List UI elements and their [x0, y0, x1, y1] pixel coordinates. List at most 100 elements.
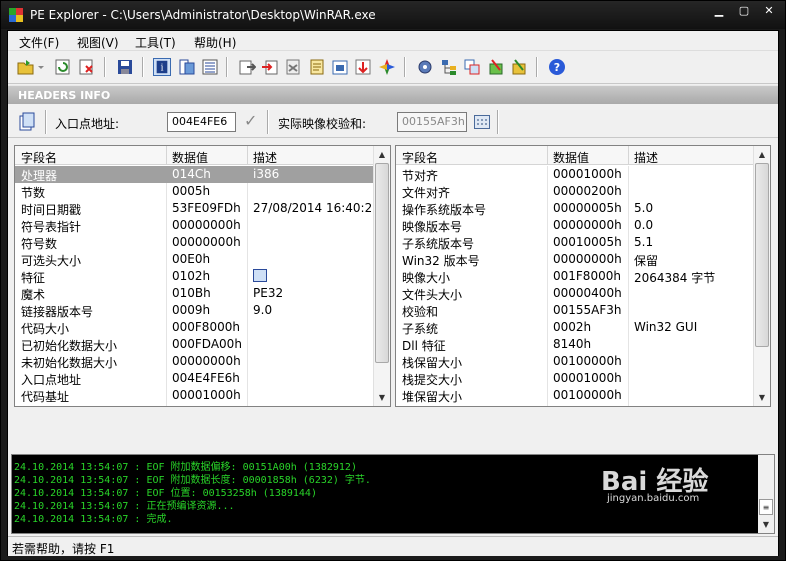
toolbar-separator [142, 57, 144, 77]
cell-field: 处理器 [21, 169, 58, 183]
column-header-field[interactable]: 字段名 [21, 149, 57, 166]
table-row[interactable]: 可选头大小 00E0h [15, 251, 373, 268]
relocations-icon[interactable] [354, 58, 372, 76]
apply-check-icon[interactable]: ✓ [244, 111, 257, 130]
copy-icon[interactable] [17, 112, 37, 132]
column-header-desc[interactable]: 描述 [634, 149, 658, 166]
imports-icon[interactable] [261, 58, 279, 76]
table-row[interactable]: Dll 特征 8140h [396, 336, 753, 353]
table-row[interactable]: 入口点地址 004E4FE6h [15, 370, 373, 387]
title-bar[interactable]: PE Explorer - C:\Users\Administrator\Des… [1, 1, 785, 29]
dependency-icon[interactable] [331, 58, 349, 76]
toolbar-separator [226, 57, 228, 77]
vertical-scrollbar[interactable]: ▲ ▼ [373, 146, 390, 406]
table-row[interactable]: 链接器版本号 0009h 9.0 [15, 302, 373, 319]
exports-icon[interactable] [238, 58, 256, 76]
table-row[interactable]: 校验和 00155AF3h [396, 302, 753, 319]
table-row[interactable]: 代码大小 000F8000h [15, 319, 373, 336]
plugin2-icon[interactable] [510, 58, 528, 76]
close-button[interactable]: ✕ [759, 4, 779, 18]
log-line: 24.10.2014 13:54:07 : 完成. [14, 514, 173, 525]
maximize-button[interactable]: ▢ [734, 4, 754, 18]
table-row[interactable]: 节对齐 00001000h [396, 166, 753, 183]
table-row[interactable]: 栈保留大小 00100000h [396, 353, 753, 370]
entry-point-field[interactable]: 004E4FE6 [167, 112, 236, 132]
log-scroll-thumb[interactable]: ≡ [759, 499, 773, 515]
table-row[interactable]: 节数 0005h [15, 183, 373, 200]
refresh-icon[interactable] [54, 58, 72, 76]
table-row[interactable]: 代码基址 00001000h [15, 387, 373, 404]
compare-icon[interactable] [463, 58, 481, 76]
scroll-up-icon[interactable]: ▲ [754, 146, 770, 163]
plugin-icon[interactable] [487, 58, 505, 76]
open-icon[interactable] [17, 58, 35, 76]
table-row[interactable]: 文件对齐 00000200h [396, 183, 753, 200]
table-row[interactable]: 栈提交大小 00001000h [396, 370, 753, 387]
edit-flags-icon[interactable] [253, 269, 267, 282]
app-icon [9, 8, 23, 22]
scroll-down-icon[interactable]: ▼ [374, 389, 390, 406]
cell-value: 014Ch [172, 167, 211, 181]
optional-header-table[interactable]: 字段名 数据值 描述 节对齐 00001000h 文件对齐 00000200h 操作系统… [395, 145, 771, 407]
toolbar-separator [45, 110, 47, 134]
table-header: 字段名 数据值 描述 [396, 146, 753, 165]
minimize-button[interactable]: ▁ [709, 4, 729, 18]
table-row[interactable]: 已初始化数据大小 000FDA00h [15, 336, 373, 353]
table-row[interactable]: 特征 0102h [15, 268, 373, 285]
scroll-up-icon[interactable]: ▲ [374, 146, 390, 163]
dropdown-icon[interactable] [36, 58, 46, 76]
cell-desc: Win32 GUI [634, 320, 698, 334]
toolbar: i ? [8, 51, 778, 84]
table-row[interactable]: 处理器 014Ch i386 [15, 166, 373, 183]
close-file-icon[interactable] [78, 58, 96, 76]
column-header-field[interactable]: 字段名 [402, 149, 438, 166]
menu-view[interactable]: 视图(V) [77, 34, 119, 51]
table-row[interactable]: 操作系统版本号 00000005h 5.0 [396, 200, 753, 217]
save-icon[interactable] [116, 58, 134, 76]
table-row[interactable]: 未初始化数据大小 00000000h [15, 353, 373, 370]
section-headers-icon[interactable] [201, 58, 219, 76]
table-row[interactable]: 文件头大小 00000400h [396, 285, 753, 302]
scroll-thumb[interactable] [375, 163, 389, 363]
data-directories-icon[interactable] [178, 58, 196, 76]
table-row[interactable]: Win32 版本号 00000000h 保留 [396, 251, 753, 268]
debug-icon[interactable] [308, 58, 326, 76]
scroll-thumb[interactable] [755, 163, 769, 347]
disassembler-icon[interactable] [378, 58, 396, 76]
scroll-down-icon[interactable]: ▼ [754, 389, 770, 406]
cell-value: 00000400h [553, 286, 622, 300]
table-row[interactable]: 映像大小 001F8000h 2064384 字节 [396, 268, 753, 285]
table-row[interactable]: 时间日期戳 53FE09FDh 27/08/2014 16:40:29 [15, 200, 373, 217]
table-row[interactable]: 堆保留大小 00100000h [396, 387, 753, 404]
file-header-table[interactable]: 字段名 数据值 描述 处理器 014Ch i386 节数 0005h 时间日期戳 53FE0… [14, 145, 391, 407]
cell-field: 栈保留大小 [402, 356, 463, 370]
column-header-desc[interactable]: 描述 [253, 149, 277, 166]
table-row[interactable]: 子系统 0002h Win32 GUI [396, 319, 753, 336]
vertical-scrollbar[interactable]: ▲ ▼ [753, 146, 770, 406]
section-header-band: HEADERS INFO [8, 85, 778, 104]
cell-field: 映像版本号 [402, 220, 463, 234]
cell-value: 0002h [553, 320, 592, 334]
scroll-down-icon[interactable]: ▼ [758, 516, 774, 533]
log-scrollbar[interactable]: ≡ ▼ [758, 455, 774, 533]
checksum-field: 00155AF3h [397, 112, 467, 132]
table-row[interactable]: 映像版本号 00000000h 0.0 [396, 217, 753, 234]
menu-help[interactable]: 帮助(H) [194, 34, 236, 51]
table-row[interactable]: 魔术 010Bh PE32 [15, 285, 373, 302]
calculator-icon[interactable] [474, 115, 490, 129]
cell-field: 映像大小 [402, 271, 451, 285]
help-icon[interactable]: ? [548, 58, 566, 76]
cell-desc: 保留 [634, 254, 659, 268]
menu-file[interactable]: 文件(F) [19, 34, 59, 51]
menu-tools[interactable]: 工具(T) [135, 34, 176, 51]
headers-info-icon[interactable]: i [153, 58, 171, 76]
tree-icon[interactable] [440, 58, 458, 76]
table-row[interactable]: 子系统版本号 00010005h 5.1 [396, 234, 753, 251]
column-header-value[interactable]: 数据值 [553, 149, 589, 166]
column-header-value[interactable]: 数据值 [172, 149, 208, 166]
settings-icon[interactable] [416, 58, 434, 76]
table-row[interactable]: 符号数 00000000h [15, 234, 373, 251]
resources-icon[interactable] [284, 58, 302, 76]
cell-field: 时间日期戳 [21, 203, 82, 217]
table-row[interactable]: 符号表指针 00000000h [15, 217, 373, 234]
